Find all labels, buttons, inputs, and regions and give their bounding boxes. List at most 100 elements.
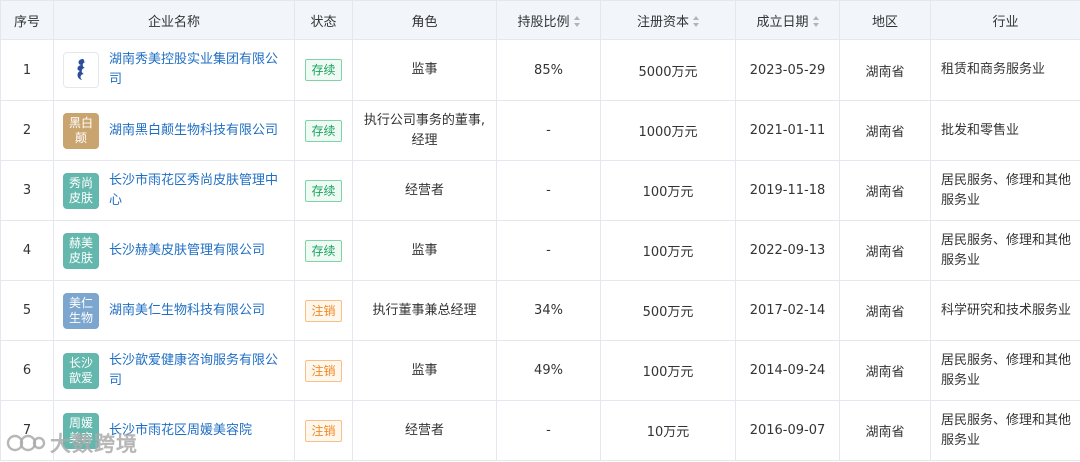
cell-date: 2017-02-14	[735, 280, 840, 341]
cell-region: 湖南省	[839, 400, 931, 461]
table-row[interactable]: 2 黑白颠 湖南黑白颠生物科技有限公司 存续 执行公司事务的董事,经理 - 100…	[0, 100, 1080, 161]
company-name-link[interactable]: 湖南美仁生物科技有限公司	[109, 301, 265, 321]
cell-status: 存续	[294, 39, 353, 101]
cell-capital: 100万元	[600, 340, 736, 401]
header-index: 序号	[0, 0, 54, 40]
cell-capital: 5000万元	[600, 39, 736, 101]
cell-industry: 居民服务、修理和其他服务业	[930, 160, 1080, 221]
company-name-link[interactable]: 长沙市雨花区秀尚皮肤管理中心	[109, 171, 286, 211]
role-text: 经营者	[404, 422, 444, 438]
company-logo: 秀尚皮肤	[63, 172, 99, 209]
header-region: 地区	[839, 0, 931, 40]
status-badge: 存续	[305, 239, 342, 262]
role-text: 经营者	[404, 182, 444, 198]
cell-industry: 租赁和商务服务业	[930, 39, 1080, 101]
company-logo: 美仁生物	[63, 292, 99, 329]
header-date[interactable]: 成立日期	[735, 0, 840, 40]
cell-company: 长沙歆爱 长沙歆爱健康咨询服务有限公司	[53, 340, 295, 401]
cell-capital: 100万元	[600, 220, 736, 281]
cell-share: 34%	[496, 280, 601, 341]
cell-capital: 100万元	[600, 160, 736, 221]
cell-share: -	[496, 220, 601, 281]
cell-share: 85%	[496, 39, 601, 101]
cell-date: 2021-01-11	[735, 100, 840, 161]
company-name-link[interactable]: 湖南秀美控股实业集团有限公司	[109, 50, 286, 90]
cell-status: 存续	[294, 100, 353, 161]
cell-index: 1	[0, 39, 54, 101]
role-text: 监事	[411, 242, 438, 258]
sort-icon[interactable]	[573, 15, 580, 27]
status-badge: 注销	[305, 419, 342, 442]
table-row[interactable]: 7 周媛美容 长沙市雨花区周媛美容院 注销 经营者 - 10万元 2016-09-…	[0, 400, 1080, 461]
cell-company: 秀尚皮肤 长沙市雨花区秀尚皮肤管理中心	[53, 160, 295, 221]
status-badge: 存续	[305, 179, 342, 202]
status-badge: 存续	[305, 59, 342, 81]
status-badge: 存续	[305, 119, 342, 142]
cell-date: 2023-05-29	[735, 39, 840, 101]
cell-region: 湖南省	[839, 220, 931, 281]
cell-industry: 批发和零售业	[930, 100, 1080, 161]
cell-role: 执行公司事务的董事,经理	[352, 100, 497, 161]
cell-company: 美仁生物 湖南美仁生物科技有限公司	[53, 280, 295, 341]
header-role: 角色	[352, 0, 497, 40]
role-text: 执行董事兼总经理	[372, 302, 477, 318]
cell-role: 执行董事兼总经理	[352, 280, 497, 341]
header-status: 状态	[294, 0, 353, 40]
watermark-text: 大数跨境	[50, 432, 138, 456]
seahorse-logo-icon	[77, 59, 86, 80]
company-name-link[interactable]: 长沙赫美皮肤管理有限公司	[109, 241, 265, 261]
cell-role: 监事	[352, 39, 497, 101]
cell-date: 2014-09-24	[735, 340, 840, 401]
cell-index: 5	[0, 280, 54, 341]
cell-index: 3	[0, 160, 54, 221]
table-row[interactable]: 5 美仁生物 湖南美仁生物科技有限公司 注销 执行董事兼总经理 34% 500万元…	[0, 280, 1080, 341]
cell-role: 监事	[352, 220, 497, 281]
role-text: 执行公司事务的董事,经理	[363, 112, 486, 148]
cell-share: -	[496, 160, 601, 221]
header-share[interactable]: 持股比例	[496, 0, 601, 40]
cell-status: 存续	[294, 220, 353, 281]
company-name-link[interactable]: 长沙歆爱健康咨询服务有限公司	[109, 351, 286, 391]
header-company: 企业名称	[53, 0, 295, 40]
header-capital[interactable]: 注册资本	[600, 0, 736, 40]
cell-industry: 科学研究和技术服务业	[930, 280, 1080, 341]
cell-company: 湖南秀美控股实业集团有限公司	[53, 39, 295, 101]
cell-status: 注销	[294, 340, 353, 401]
company-table: 序号 企业名称 状态 角色 持股比例 注册资本 成立日期 地区 行业 1 湖南秀…	[0, 0, 1080, 461]
table-row[interactable]: 6 长沙歆爱 长沙歆爱健康咨询服务有限公司 注销 监事 49% 100万元 201…	[0, 340, 1080, 401]
cell-region: 湖南省	[839, 39, 931, 101]
cell-region: 湖南省	[839, 100, 931, 161]
cell-index: 4	[0, 220, 54, 281]
sort-icon[interactable]	[693, 15, 699, 27]
company-logo	[63, 52, 99, 88]
table-row[interactable]: 1 湖南秀美控股实业集团有限公司 存续 监事 85% 5000万元 2023-0…	[0, 39, 1080, 101]
sort-icon[interactable]	[812, 15, 819, 27]
company-logo: 长沙歆爱	[63, 352, 99, 389]
cell-status: 存续	[294, 160, 353, 221]
cell-role: 经营者	[352, 160, 497, 221]
cell-share: 49%	[496, 340, 601, 401]
watermark: 大数跨境	[6, 428, 138, 458]
status-badge: 注销	[305, 299, 342, 322]
cell-status: 注销	[294, 280, 353, 341]
header-share-label: 持股比例	[517, 14, 570, 30]
cell-industry: 居民服务、修理和其他服务业	[930, 220, 1080, 281]
role-text: 监事	[411, 362, 438, 378]
cell-date: 2022-09-13	[735, 220, 840, 281]
header-date-label: 成立日期	[756, 14, 809, 30]
table-row[interactable]: 4 赫美皮肤 长沙赫美皮肤管理有限公司 存续 监事 - 100万元 2022-09…	[0, 220, 1080, 281]
company-name-link[interactable]: 湖南黑白颠生物科技有限公司	[109, 121, 278, 141]
cell-region: 湖南省	[839, 340, 931, 401]
table-row[interactable]: 3 秀尚皮肤 长沙市雨花区秀尚皮肤管理中心 存续 经营者 - 100万元 2019…	[0, 160, 1080, 221]
cell-status: 注销	[294, 400, 353, 461]
header-industry: 行业	[930, 0, 1080, 40]
header-capital-label: 注册资本	[636, 14, 689, 30]
status-badge: 注销	[305, 359, 342, 382]
cell-role: 监事	[352, 340, 497, 401]
company-logo: 黑白颠	[63, 112, 99, 149]
cell-share: -	[496, 100, 601, 161]
role-text: 监事	[411, 62, 438, 77]
cell-company: 黑白颠 湖南黑白颠生物科技有限公司	[53, 100, 295, 161]
cell-date: 2016-09-07	[735, 400, 840, 461]
cell-date: 2019-11-18	[735, 160, 840, 221]
